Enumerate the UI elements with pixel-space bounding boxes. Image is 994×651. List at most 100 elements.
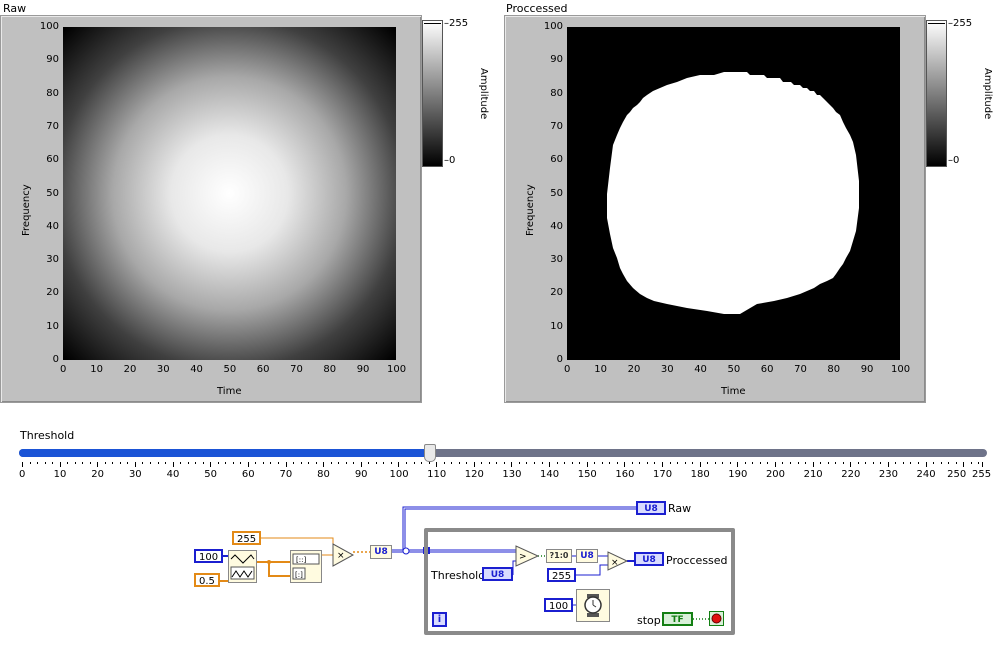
threshold-control-terminal[interactable]: U8	[482, 567, 513, 581]
raw-colorbar[interactable]	[422, 20, 443, 167]
raw-graph-title: Raw	[3, 2, 27, 15]
y-tick-label: 0	[556, 354, 563, 365]
x-tick-label: 30	[156, 364, 170, 375]
slider-minor-tick	[729, 462, 731, 464]
raw-graph[interactable]: 100 90 80 70 60 50 40 30 20 10 0 0 10 20 30 40 50 60 70 80…	[0, 15, 489, 403]
slider-minor-tick	[887, 462, 889, 464]
slider-minor-tick	[383, 462, 385, 464]
slider-tick-label: 240	[916, 469, 936, 480]
threshold-slider-label: Threshold	[20, 429, 75, 442]
processed-indicator-label: Proccessed	[666, 554, 728, 567]
slider-minor-tick	[187, 462, 189, 464]
y-tick-label: 90	[46, 54, 59, 66]
slider-minor-tick	[812, 462, 814, 464]
x-tick-label: 40	[190, 364, 203, 375]
slider-minor-tick	[202, 462, 204, 464]
const-255-multiplier[interactable]: 255	[547, 568, 577, 582]
slider-minor-tick	[857, 462, 859, 464]
x-tick-label: 50	[223, 364, 237, 375]
y-tick-label: 60	[46, 154, 59, 166]
slider-minor-tick	[315, 462, 317, 464]
x-tick-label: 0	[564, 364, 571, 375]
wait-ms-node[interactable]	[576, 589, 610, 622]
slider-minor-tick	[865, 462, 867, 464]
processed-colorbar-label: Amplitude	[982, 68, 993, 120]
slider-minor-tick	[752, 462, 754, 464]
raw-plot-area[interactable]	[63, 27, 396, 360]
slider-minor-tick	[247, 462, 249, 464]
slider-minor-tick	[624, 462, 626, 464]
y-tick-label: 70	[46, 120, 59, 132]
y-tick-label: 40	[46, 220, 59, 232]
u8-convert-node-2[interactable]: U8	[576, 549, 598, 563]
slider-minor-tick	[571, 462, 573, 464]
slider-minor-tick	[918, 462, 919, 464]
slider-minor-tick	[436, 462, 438, 464]
const-05[interactable]: 0.5	[194, 573, 220, 587]
y-tick-label: 70	[550, 120, 563, 132]
slider-minor-tick	[481, 462, 483, 464]
slider-minor-tick	[654, 462, 656, 464]
x-tick-label: 90	[860, 364, 874, 375]
slider-minor-tick	[172, 462, 174, 464]
slider-tick-label: 120	[464, 469, 484, 480]
slider-minor-tick	[150, 462, 151, 464]
y-tick-label: 10	[46, 320, 59, 332]
u8-convert-node[interactable]: U8	[370, 545, 392, 559]
slider-tick-label: 170	[653, 469, 673, 480]
slider-minor-tick	[594, 462, 596, 464]
loop-condition-terminal[interactable]	[709, 611, 724, 626]
slider-minor-tick	[782, 462, 784, 464]
processed-plot-area[interactable]	[567, 27, 900, 360]
slider-minor-tick	[390, 462, 392, 464]
raw-x-axis-label: Time	[217, 386, 242, 397]
threshold-slider-thumb[interactable]	[423, 444, 436, 462]
slider-minor-tick	[375, 462, 377, 464]
raw-indicator-terminal[interactable]: U8	[636, 501, 666, 515]
slider-tick-label: 230	[878, 469, 898, 480]
slider-tick-label: 210	[803, 469, 823, 480]
y-tick-label: 60	[550, 154, 563, 166]
x-tick-label: 70	[290, 364, 303, 375]
const-100-wait[interactable]: 100	[544, 598, 574, 612]
slider-minor-tick	[511, 462, 513, 464]
slider-tick-label: 250	[947, 469, 967, 480]
threshold-slider-fill	[19, 449, 429, 457]
const-255-scale[interactable]: 255	[232, 531, 262, 545]
slider-minor-tick	[458, 462, 460, 464]
slider-minor-tick	[413, 462, 415, 464]
x-tick-label: 10	[594, 364, 608, 375]
y-tick-label: 10	[550, 320, 563, 332]
x-tick-label: 0	[60, 364, 67, 375]
slider-tick-label: 190	[728, 469, 748, 480]
processed-indicator-terminal[interactable]: U8	[634, 552, 664, 566]
slider-minor-tick	[534, 462, 535, 464]
processed-y-axis-label: Frequency	[525, 184, 536, 236]
slider-minor-tick	[353, 462, 355, 464]
slider-minor-tick	[488, 462, 490, 464]
slider-minor-tick	[398, 462, 400, 464]
slider-minor-tick	[285, 462, 287, 464]
slider-minor-tick	[895, 462, 897, 464]
processed-colorbar[interactable]	[926, 20, 947, 167]
waveform-icon	[230, 554, 255, 580]
slider-minor-tick	[699, 462, 701, 464]
slider-minor-tick	[165, 462, 167, 464]
outer-product-node[interactable]: [::] [:]	[290, 550, 322, 583]
slider-minor-tick	[880, 462, 882, 464]
slider-minor-tick	[827, 462, 829, 464]
slider-minor-tick	[714, 462, 716, 464]
x-tick-label: 80	[323, 364, 337, 375]
bool-to-int-node[interactable]: ?1:0	[546, 549, 572, 563]
slider-minor-tick	[759, 462, 761, 464]
signal-generator-node[interactable]	[228, 550, 257, 583]
slider-minor-tick	[293, 462, 295, 464]
slider-minor-tick	[910, 462, 912, 464]
stop-control-terminal[interactable]: TF	[662, 612, 693, 626]
slider-minor-tick	[142, 462, 144, 464]
slider-minor-tick	[210, 462, 212, 464]
const-100-samples[interactable]: 100	[194, 549, 224, 563]
processed-graph[interactable]: 100 90 80 70 60 50 40 30 20 10 0 0 10 20 30 40 50 60 70 80…	[504, 15, 993, 403]
slider-minor-tick	[541, 462, 543, 464]
processed-graph-title: Proccessed	[506, 2, 568, 15]
